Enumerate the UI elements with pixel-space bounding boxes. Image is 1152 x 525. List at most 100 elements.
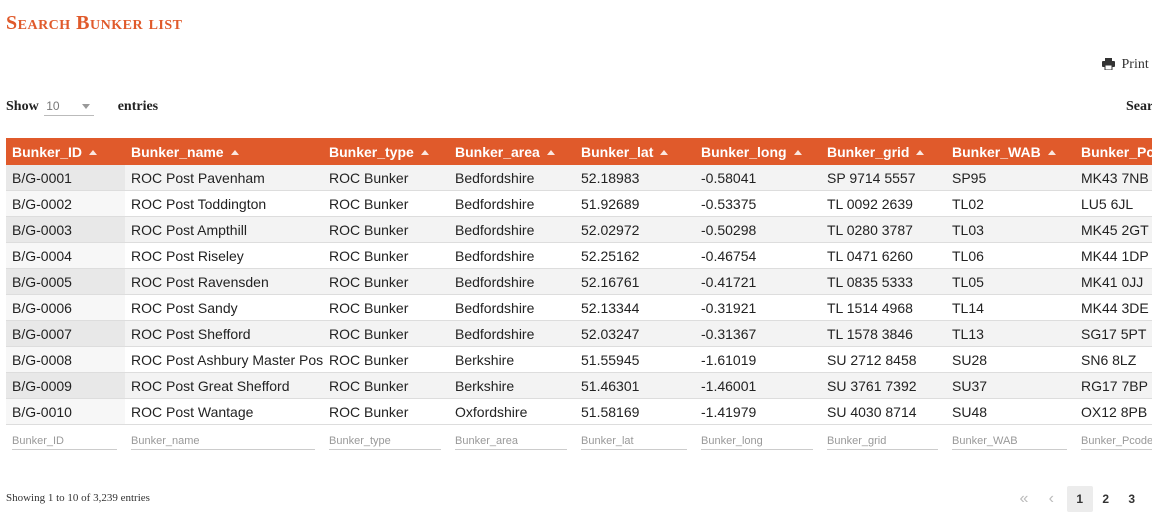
table-row[interactable]: B/G-0005 ROC Post Ravensden ROC Bunker Bedf… <box>6 268 1152 295</box>
column-header[interactable]: Bunker_WAB <box>946 138 1075 165</box>
column-header-label: Bunker_grid <box>827 143 910 160</box>
table-cell: Oxfordshire <box>449 398 575 425</box>
page-length-select[interactable]: 10 <box>44 99 95 116</box>
table-cell: B/G-0004 <box>6 242 125 269</box>
sort-asc-icon <box>660 149 669 155</box>
filter-row <box>6 424 1152 455</box>
column-filter-input[interactable] <box>131 432 315 450</box>
table-cell: ROC Bunker <box>323 346 449 373</box>
table-row[interactable]: B/G-0001 ROC Post Pavenham ROC Bunker Bedfo… <box>6 165 1152 191</box>
table-cell: ROC Bunker <box>323 320 449 347</box>
table-cell: ROC Bunker <box>323 242 449 269</box>
table-cell: SU48 <box>946 398 1075 425</box>
table-cell: TL05 <box>946 268 1075 295</box>
column-header[interactable]: Bunker_Pcode <box>1075 138 1152 165</box>
table-row[interactable]: B/G-0008 ROC Post Ashbury Master Post ROC … <box>6 346 1152 373</box>
table-cell: B/G-0008 <box>6 346 125 373</box>
bunker-table: Bunker_ID Bunker_name Bunker_type Bunker_ar… <box>6 138 1152 455</box>
column-header[interactable]: Bunker_type <box>323 138 449 165</box>
column-filter-input[interactable] <box>329 432 441 450</box>
table-cell: -0.53375 <box>695 190 821 217</box>
table-cell: -1.46001 <box>695 372 821 399</box>
page-button[interactable]: 2 <box>1093 486 1119 512</box>
table-cell: Bedfordshire <box>449 242 575 269</box>
table-cell: 52.02972 <box>575 216 695 243</box>
table-cell: B/G-0007 <box>6 320 125 347</box>
search-label: Sear <box>1126 99 1152 114</box>
table-cell: ROC Post Ampthill <box>125 216 323 243</box>
table-cell: ROC Post Ravensden <box>125 268 323 295</box>
filter-cell <box>695 424 821 455</box>
table-cell: 51.58169 <box>575 398 695 425</box>
sort-asc-icon <box>916 149 925 155</box>
column-header[interactable]: Bunker_lat <box>575 138 695 165</box>
table-cell: TL02 <box>946 190 1075 217</box>
sort-asc-icon <box>420 149 429 155</box>
table-cell: MK45 2GT <box>1075 216 1152 243</box>
table-cell: TL 0280 3787 <box>821 216 946 243</box>
table-cell: MK44 3DE <box>1075 294 1152 321</box>
table-cell: MK44 1DP <box>1075 242 1152 269</box>
length-control: Show 10 entries <box>6 99 158 116</box>
table-cell: ROC Bunker <box>323 294 449 321</box>
table-cell: TL 1578 3846 <box>821 320 946 347</box>
table-cell: ROC Post Riseley <box>125 242 323 269</box>
column-filter-input[interactable] <box>701 432 813 450</box>
table-header-row: Bunker_ID Bunker_name Bunker_type Bunker_ar… <box>6 138 1152 165</box>
previous-page-button[interactable]: ‹ <box>1039 486 1063 512</box>
column-filter-input[interactable] <box>1081 432 1152 450</box>
column-filter-input[interactable] <box>455 432 567 450</box>
table-cell: 51.92689 <box>575 190 695 217</box>
filter-cell <box>323 424 449 455</box>
column-filter-input[interactable] <box>12 432 117 450</box>
column-header[interactable]: Bunker_long <box>695 138 821 165</box>
table-cell: 52.25162 <box>575 242 695 269</box>
first-page-button[interactable]: « <box>1012 486 1036 512</box>
filter-cell <box>575 424 695 455</box>
sort-asc-icon <box>1047 149 1056 155</box>
table-row[interactable]: B/G-0009 ROC Post Great Shefford ROC Bunke… <box>6 372 1152 399</box>
table-cell: TL03 <box>946 216 1075 243</box>
print-button[interactable]: Print <box>1102 57 1149 73</box>
table-cell: TL14 <box>946 294 1075 321</box>
page-button[interactable]: 3 <box>1119 486 1145 512</box>
table-cell: -0.58041 <box>695 165 821 191</box>
table-cell: B/G-0002 <box>6 190 125 217</box>
sort-asc-icon <box>793 149 802 155</box>
column-filter-input[interactable] <box>581 432 687 450</box>
table-cell: ROC Bunker <box>323 398 449 425</box>
table-cell: Bedfordshire <box>449 190 575 217</box>
table-cell: -1.61019 <box>695 346 821 373</box>
column-header-label: Bunker_type <box>329 143 414 160</box>
table-row[interactable]: B/G-0006 ROC Post Sandy ROC Bunker Bedfords… <box>6 294 1152 321</box>
table-cell: B/G-0001 <box>6 165 125 191</box>
table-cell: 52.18983 <box>575 165 695 191</box>
filter-cell <box>449 424 575 455</box>
table-cell: -0.41721 <box>695 268 821 295</box>
table-row[interactable]: B/G-0004 ROC Post Riseley ROC Bunker Bedfor… <box>6 242 1152 269</box>
table-row[interactable]: B/G-0010 ROC Post Wantage ROC Bunker Oxford… <box>6 398 1152 425</box>
page-length-value: 10 <box>46 99 60 113</box>
column-filter-input[interactable] <box>827 432 938 450</box>
table-info: Showing 1 to 10 of 3,239 entries <box>6 492 150 504</box>
column-header[interactable]: Bunker_ID <box>6 138 125 165</box>
table-cell: ROC Bunker <box>323 190 449 217</box>
table-cell: B/G-0003 <box>6 216 125 243</box>
table-cell: MK41 0JJ <box>1075 268 1152 295</box>
table-cell: TL13 <box>946 320 1075 347</box>
filter-cell <box>946 424 1075 455</box>
table-cell: SG17 5PT <box>1075 320 1152 347</box>
table-row[interactable]: B/G-0003 ROC Post Ampthill ROC Bunker Bedfo… <box>6 216 1152 243</box>
table-cell: SU 2712 8458 <box>821 346 946 373</box>
table-row[interactable]: B/G-0002 ROC Post Toddington ROC Bunker Bed… <box>6 190 1152 217</box>
table-cell: TL 0471 6260 <box>821 242 946 269</box>
page-button[interactable]: 1 <box>1066 486 1093 512</box>
filter-cell <box>1075 424 1152 455</box>
column-header-label: Bunker_long <box>701 143 787 160</box>
column-header[interactable]: Bunker_grid <box>821 138 946 165</box>
column-header[interactable]: Bunker_area <box>449 138 575 165</box>
column-filter-input[interactable] <box>952 432 1067 450</box>
column-header[interactable]: Bunker_name <box>125 138 323 165</box>
column-header-label: Bunker_ID <box>12 143 83 160</box>
table-row[interactable]: B/G-0007 ROC Post Shefford ROC Bunker Bedfo… <box>6 320 1152 347</box>
